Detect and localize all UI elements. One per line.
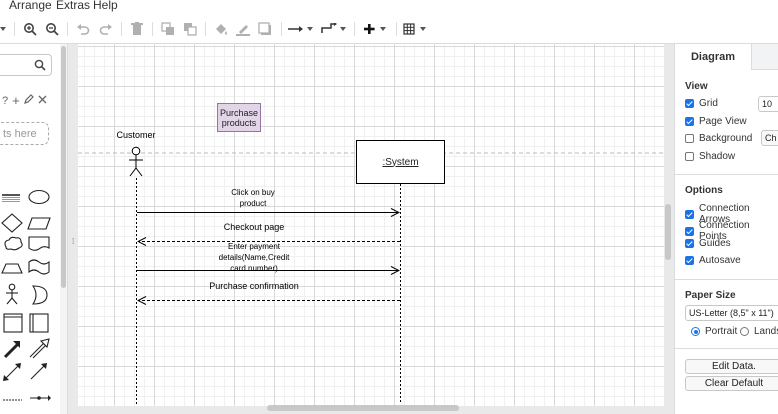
connection-points-checkbox-box[interactable] [685, 226, 694, 236]
page-view-label: Page View [699, 116, 747, 127]
customer-actor[interactable] [129, 146, 143, 177]
grid-checkbox[interactable]: Grid [685, 98, 718, 109]
background-label: Background [699, 133, 753, 144]
section-divider [675, 279, 778, 280]
grid-checkbox-box[interactable] [685, 99, 694, 108]
landscape-radio[interactable]: Landsc [740, 326, 778, 337]
background-change-button[interactable]: Ch [761, 130, 778, 146]
connection-arrows-checkbox-box[interactable] [685, 209, 694, 219]
guides-label: Guides [699, 238, 731, 249]
message-label-enter-payment[interactable]: Enter payment details(Name,Credit card n… [216, 241, 292, 274]
edit-data-button[interactable]: Edit Data. [685, 359, 778, 374]
options-heading: Options [685, 185, 723, 196]
page-view-checkbox[interactable]: Page View [685, 116, 747, 127]
background-checkbox[interactable]: Background [685, 133, 752, 144]
purchase-products-label: Purchase products [219, 107, 259, 128]
grid-label: Grid [699, 98, 718, 109]
shadow-checkbox-box[interactable] [685, 152, 694, 161]
shadow-label: Shadow [699, 151, 736, 162]
autosave-checkbox[interactable]: Autosave [685, 255, 741, 266]
customer-label: Customer [116, 130, 156, 140]
landscape-radio-button[interactable] [740, 327, 749, 336]
message-label-click-buy[interactable]: Click on buy product [224, 187, 282, 209]
message-label-checkout-page[interactable]: Checkout page [214, 222, 294, 233]
landscape-label: Landsc [754, 326, 778, 337]
view-heading: View [685, 81, 708, 92]
portrait-label: Portrait [705, 326, 738, 337]
section-divider [675, 348, 778, 349]
format-panel: Diagram View Grid 10 Page View Backgroun… [674, 44, 778, 414]
portrait-radio[interactable]: Portrait [691, 326, 737, 337]
shadow-checkbox[interactable]: Shadow [685, 151, 735, 162]
paper-size-select[interactable]: US-Letter (8,5" x 11") [685, 305, 778, 321]
section-divider [675, 174, 778, 175]
guides-checkbox[interactable]: Guides [685, 238, 731, 249]
format-tabs: Diagram [675, 44, 778, 70]
tab-style[interactable] [751, 44, 778, 70]
autosave-label: Autosave [699, 255, 741, 266]
system-label: :System [382, 156, 419, 168]
background-checkbox-box[interactable] [685, 134, 694, 143]
portrait-radio-button[interactable] [691, 327, 700, 336]
purchase-products-note[interactable]: Purchase products [217, 103, 261, 132]
clear-default-style-button[interactable]: Clear Default [685, 376, 778, 391]
paper-size-heading: Paper Size [685, 290, 736, 301]
message-label-purchase-confirmation[interactable]: Purchase confirmation [200, 281, 308, 292]
system-lifeline-box[interactable]: :System [356, 140, 445, 184]
sequence-diagram [78, 146, 664, 404]
autosave-checkbox-box[interactable] [685, 256, 694, 265]
tab-diagram[interactable]: Diagram [675, 44, 751, 70]
guides-checkbox-box[interactable] [685, 239, 694, 248]
page-view-checkbox-box[interactable] [685, 117, 694, 126]
grid-size-input[interactable]: 10 [758, 96, 778, 112]
